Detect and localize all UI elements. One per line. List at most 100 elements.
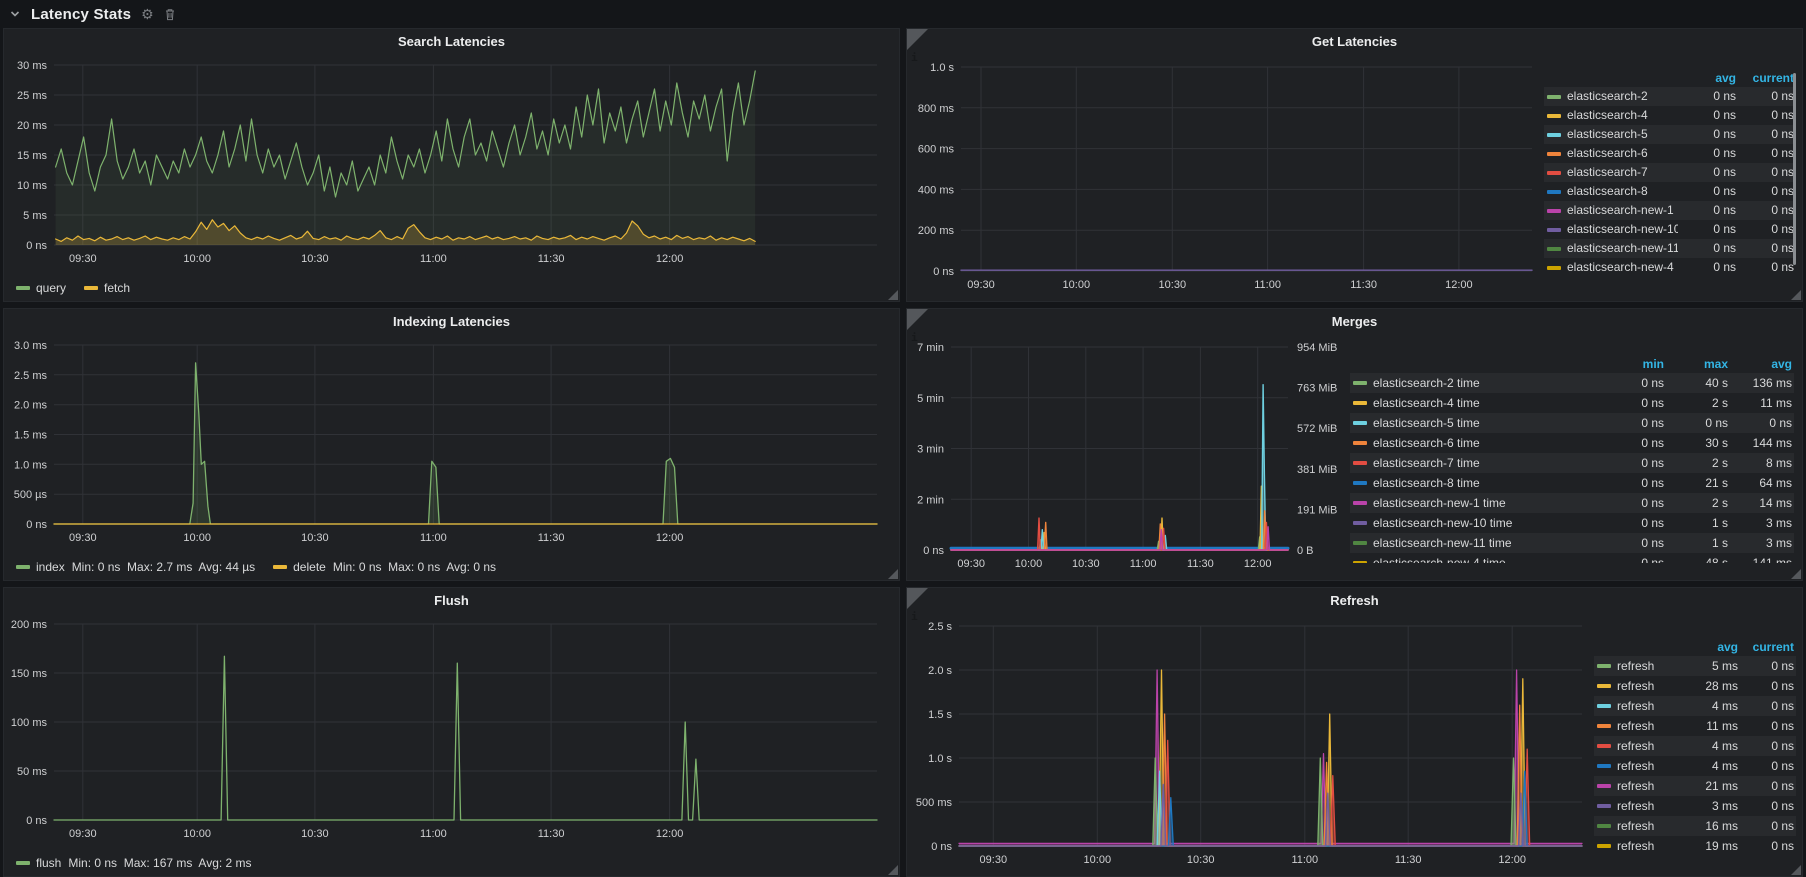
legend-value: 0 ns — [1771, 146, 1794, 160]
series-fill-series-purple — [959, 784, 1582, 846]
chart-search-latencies[interactable]: 09:30 10:00 10:30 11:00 11:30 12:00 30 ms 25 ms… — [8, 53, 895, 271]
legend-column-header[interactable]: avg — [1728, 355, 1792, 373]
legend-label: query — [36, 281, 67, 295]
panel-title[interactable]: Get Latencies — [907, 29, 1802, 53]
legend-row[interactable]: elasticsearch-6 time 0 ns 30 s 144 ms — [1350, 433, 1794, 453]
series-color-swatch — [1597, 724, 1611, 728]
legend-item[interactable]: delete Min: 0 ns Max: 0 ns Avg: 0 ns — [273, 560, 496, 574]
legend-row[interactable]: refresh 11 ms 0 ns — [1594, 716, 1796, 736]
legend-row[interactable]: elasticsearch-7 time 0 ns 2 s 8 ms — [1350, 453, 1794, 473]
legend-row[interactable]: refresh 5 ms 0 ns — [1594, 656, 1796, 676]
legend-row[interactable]: refresh 4 ms 0 ns — [1594, 696, 1796, 716]
legend-label: refresh — [1617, 839, 1655, 853]
legend-row[interactable]: elasticsearch-8 time 0 ns 21 s 64 ms — [1350, 473, 1794, 493]
y-right-tick-label: 381 MiB — [1297, 464, 1337, 476]
series-color-swatch — [1597, 844, 1611, 848]
legend-row[interactable]: elasticsearch-4 time 0 ns 2 s 11 ms — [1350, 393, 1794, 413]
legend-item[interactable]: fetch — [84, 281, 130, 295]
panel-title[interactable]: Search Latencies — [4, 29, 899, 53]
legend-column-header[interactable]: min — [1600, 355, 1664, 373]
chart-get-latencies[interactable]: 09:30 10:00 10:30 11:00 11:30 12:00 1.0 s 800 m… — [913, 53, 1540, 299]
legend-row[interactable]: elasticsearch-new-4 time 0 ns 48 s 141 ms — [1350, 553, 1794, 563]
resize-handle[interactable] — [1791, 865, 1801, 875]
legend-label: elasticsearch-8 — [1567, 184, 1648, 198]
y-tick-label: 500 µs — [14, 489, 48, 501]
legend-item[interactable]: index Min: 0 ns Max: 2.7 ms Avg: 44 µs — [16, 560, 255, 574]
legend-item[interactable]: flush Min: 0 ns Max: 167 ms Avg: 2 ms — [16, 856, 252, 870]
legend-row[interactable]: elasticsearch-new-10 time 0 ns 1 s 3 ms — [1350, 513, 1794, 533]
legend-row[interactable]: elasticsearch-2 0 ns 0 ns — [1544, 87, 1796, 106]
legend-row[interactable]: elasticsearch-5 0 ns 0 ns — [1544, 125, 1796, 144]
panel-title[interactable]: Indexing Latencies — [4, 309, 899, 333]
legend-row[interactable]: refresh 28 ms 0 ns — [1594, 676, 1796, 696]
legend-label: refresh — [1617, 819, 1655, 833]
x-tick-label: 11:30 — [1187, 558, 1214, 570]
legend-column-header[interactable]: current — [1738, 638, 1794, 656]
row-title[interactable]: Latency Stats — [31, 6, 131, 23]
legend-row[interactable]: refresh 4 ms 0 ns — [1594, 736, 1796, 756]
series-color-swatch — [1597, 784, 1611, 788]
trash-icon[interactable] — [164, 8, 176, 21]
panel-title[interactable]: Flush — [4, 588, 899, 612]
legend-value: 0 ns — [1641, 456, 1664, 470]
resize-handle[interactable] — [1791, 290, 1801, 300]
legend-value: 0 ns — [1713, 165, 1736, 179]
legend-row[interactable]: refresh 16 ms 0 ns — [1594, 816, 1796, 836]
series-color-swatch — [1353, 541, 1367, 545]
legend-value: 21 s — [1705, 476, 1728, 490]
legend-row[interactable]: elasticsearch-5 time 0 ns 0 ns 0 ns — [1350, 413, 1794, 433]
legend-row[interactable]: elasticsearch-8 0 ns 0 ns — [1544, 182, 1796, 201]
series-color-swatch — [1547, 265, 1561, 270]
legend-column-header[interactable]: avg — [1678, 69, 1736, 87]
legend-value: 1 s — [1711, 536, 1728, 550]
legend-row[interactable]: refresh 19 ms 0 ns — [1594, 836, 1796, 856]
legend-column-header[interactable]: max — [1664, 355, 1728, 373]
panel-title[interactable]: Refresh — [907, 588, 1802, 612]
y-tick-label: 2.5 ms — [14, 370, 48, 382]
legend-row[interactable]: refresh 21 ms 0 ns — [1594, 776, 1796, 796]
legend-row[interactable]: elasticsearch-new-1 time 0 ns 2 s 14 ms — [1350, 493, 1794, 513]
resize-handle[interactable] — [1791, 569, 1801, 579]
legend-value: 4 ms — [1711, 699, 1738, 713]
series-color-swatch — [1353, 441, 1367, 445]
y-tick-label: 800 ms — [918, 103, 955, 115]
x-tick-label: 09:30 — [69, 532, 97, 544]
info-icon[interactable]: i — [907, 29, 928, 64]
legend-row[interactable]: refresh 4 ms 0 ns — [1594, 756, 1796, 776]
legend-row[interactable]: refresh 3 ms 0 ns — [1594, 796, 1796, 816]
legend-row[interactable]: elasticsearch-new-1 0 ns 0 ns — [1544, 201, 1796, 220]
legend-row[interactable]: elasticsearch-new-11 time 0 ns 1 s 3 ms — [1350, 533, 1794, 553]
chart-merges[interactable]: 09:30 10:00 10:30 11:00 11:30 12:00 7 min 5 min… — [913, 333, 1348, 578]
legend-rows: refresh 5 ms 0 ns refresh 28 ms 0 ns refresh 4 … — [1594, 656, 1796, 856]
chart-flush[interactable]: 09:30 10:00 10:30 11:00 11:30 12:00 200 ms 150 … — [8, 612, 895, 846]
legend-row[interactable]: elasticsearch-new-11 0 ns 0 ns — [1544, 239, 1796, 258]
info-icon[interactable]: i — [907, 309, 928, 344]
legend-row[interactable]: elasticsearch-2 time 0 ns 40 s 136 ms — [1350, 373, 1794, 393]
series-fill-series-yellow — [951, 486, 1288, 550]
legend-value: 48 s — [1705, 556, 1728, 563]
chart-refresh[interactable]: 09:30 10:00 10:30 11:00 11:30 12:00 2.5 s 2.0 s… — [913, 612, 1592, 874]
legend-column-header[interactable]: avg — [1682, 638, 1738, 656]
legend-row[interactable]: elasticsearch-new-4 0 ns 0 ns — [1544, 258, 1796, 271]
legend-item[interactable]: query — [16, 281, 66, 295]
resize-handle[interactable] — [888, 290, 898, 300]
chart-indexing-latencies[interactable]: 09:30 10:00 10:30 11:00 11:30 12:00 3.0 ms 2.5 … — [8, 333, 895, 550]
panel-title[interactable]: Merges — [907, 309, 1802, 333]
legend-row[interactable]: elasticsearch-7 0 ns 0 ns — [1544, 163, 1796, 182]
x-tick-label: 10:00 — [183, 253, 211, 265]
y-tick-label: 200 ms — [11, 619, 48, 631]
x-tick-label: 11:00 — [1291, 854, 1318, 866]
legend-get: avg current elasticsearch-2 0 ns 0 ns elastic… — [1544, 69, 1796, 271]
legend-scrollbar[interactable] — [1793, 73, 1796, 265]
legend-row[interactable]: elasticsearch-new-10 0 ns 0 ns — [1544, 220, 1796, 239]
legend-row[interactable]: elasticsearch-4 0 ns 0 ns — [1544, 106, 1796, 125]
info-icon[interactable]: i — [907, 588, 928, 623]
x-tick-label: 10:00 — [183, 532, 211, 544]
gear-icon[interactable]: ⚙ — [141, 7, 154, 21]
resize-handle[interactable] — [888, 569, 898, 579]
x-tick-label: 09:30 — [967, 279, 995, 291]
resize-handle[interactable] — [888, 865, 898, 875]
legend-row[interactable]: elasticsearch-6 0 ns 0 ns — [1544, 144, 1796, 163]
legend-column-header[interactable]: current — [1736, 69, 1794, 87]
chevron-down-icon[interactable] — [9, 8, 21, 20]
